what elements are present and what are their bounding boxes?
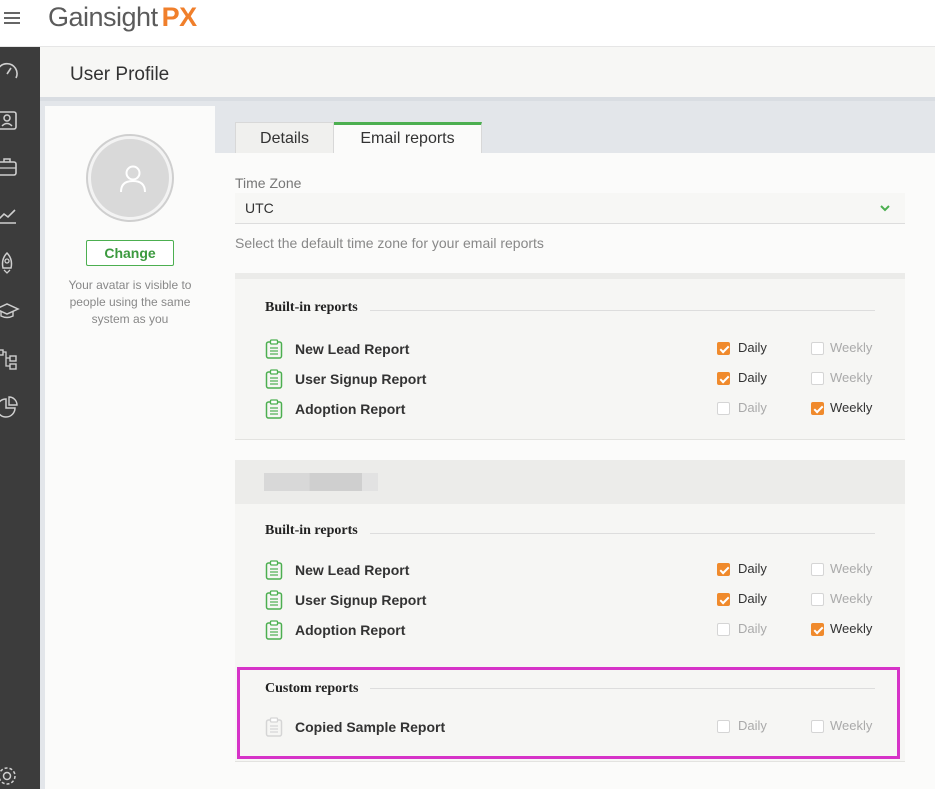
daily-checkbox[interactable] (717, 623, 730, 636)
timezone-select[interactable]: UTC (235, 193, 905, 224)
daily-checkbox[interactable] (717, 593, 730, 606)
page-title: User Profile (70, 64, 170, 85)
report-name: Adoption Report (295, 401, 406, 417)
clipboard-icon (265, 590, 283, 610)
weekly-label: Weekly (830, 340, 873, 355)
report-row: Adoption Report Daily Weekly (265, 398, 875, 420)
report-name: User Signup Report (295, 592, 427, 608)
clipboard-icon (265, 620, 283, 640)
weekly-checkbox[interactable] (811, 593, 824, 606)
report-name: New Lead Report (295, 562, 410, 578)
avatar (88, 136, 172, 220)
weekly-checkbox[interactable] (811, 623, 824, 636)
section-divider (370, 310, 875, 311)
weekly-checkbox[interactable] (811, 342, 824, 355)
weekly-label: Weekly (830, 561, 873, 576)
weekly-checkbox[interactable] (811, 402, 824, 415)
report-name: New Lead Report (295, 341, 410, 357)
logo-px-text: PX (161, 2, 198, 32)
left-nav-rail (0, 47, 40, 789)
chevron-down-icon (880, 205, 890, 212)
report-row: User Signup Report Daily Weekly (265, 368, 875, 390)
tab-details[interactable]: Details (235, 122, 334, 153)
report-row: User Signup Report Daily Weekly (265, 589, 875, 611)
clipboard-icon (265, 369, 283, 389)
weekly-label: Weekly (830, 591, 873, 606)
report-name: Adoption Report (295, 622, 406, 638)
dashboard-gauge-icon[interactable] (0, 59, 20, 85)
gainsight-px-logo[interactable]: Gainsight PX (48, 2, 197, 33)
avatar-panel: Change Your avatar is visible to people … (45, 106, 215, 789)
daily-checkbox[interactable] (717, 342, 730, 355)
weekly-checkbox[interactable] (811, 563, 824, 576)
section-title-built-in: Built-in reports (265, 523, 358, 538)
daily-label: Daily (738, 561, 767, 576)
timezone-label: Time Zone (235, 175, 302, 191)
rocket-icon[interactable] (0, 250, 20, 276)
section-title-built-in: Built-in reports (265, 300, 358, 315)
graduation-cap-icon[interactable] (0, 298, 20, 324)
report-row: Adoption Report Daily Weekly (265, 619, 875, 641)
custom-reports-highlight-box (237, 667, 900, 759)
page-header: User Profile (40, 47, 935, 101)
report-name: User Signup Report (295, 371, 427, 387)
avatar-visibility-note: Your avatar is visible to people using t… (68, 278, 192, 326)
daily-label: Daily (738, 621, 767, 636)
clipboard-icon (265, 399, 283, 419)
timezone-help-text: Select the default time zone for your em… (235, 235, 544, 251)
redacted-name-block (264, 473, 378, 491)
flow-diagram-icon[interactable] (0, 346, 20, 372)
daily-checkbox[interactable] (717, 372, 730, 385)
daily-checkbox[interactable] (717, 402, 730, 415)
section-divider (370, 533, 875, 534)
weekly-label: Weekly (830, 370, 873, 385)
clipboard-icon (265, 560, 283, 580)
daily-label: Daily (738, 400, 767, 415)
weekly-checkbox[interactable] (811, 372, 824, 385)
timezone-value: UTC (245, 200, 274, 216)
tab-bar: Details Email reports (215, 106, 935, 153)
logo-text: Gainsight (48, 2, 158, 32)
daily-label: Daily (738, 340, 767, 355)
report-row: New Lead Report Daily Weekly (265, 559, 875, 581)
tab-email-reports[interactable]: Email reports (334, 122, 482, 153)
hamburger-menu-icon[interactable] (2, 8, 22, 28)
daily-label: Daily (738, 591, 767, 606)
user-silhouette-icon (120, 165, 146, 193)
briefcase-icon[interactable] (0, 154, 20, 180)
daily-label: Daily (738, 370, 767, 385)
pie-chart-icon[interactable] (0, 394, 20, 420)
card-header (235, 460, 905, 504)
report-row: New Lead Report Daily Weekly (265, 338, 875, 360)
top-header: Gainsight PX (0, 0, 935, 47)
weekly-label: Weekly (830, 621, 873, 636)
change-avatar-button[interactable]: Change (86, 240, 174, 266)
daily-checkbox[interactable] (717, 563, 730, 576)
report-card: Built-in reports New Lead Report Daily W… (235, 273, 905, 440)
weekly-label: Weekly (830, 400, 873, 415)
people-profile-icon[interactable] (0, 107, 20, 133)
clipboard-icon (265, 339, 283, 359)
settings-gear-icon[interactable] (0, 763, 20, 789)
analytics-chart-icon[interactable] (0, 202, 20, 228)
